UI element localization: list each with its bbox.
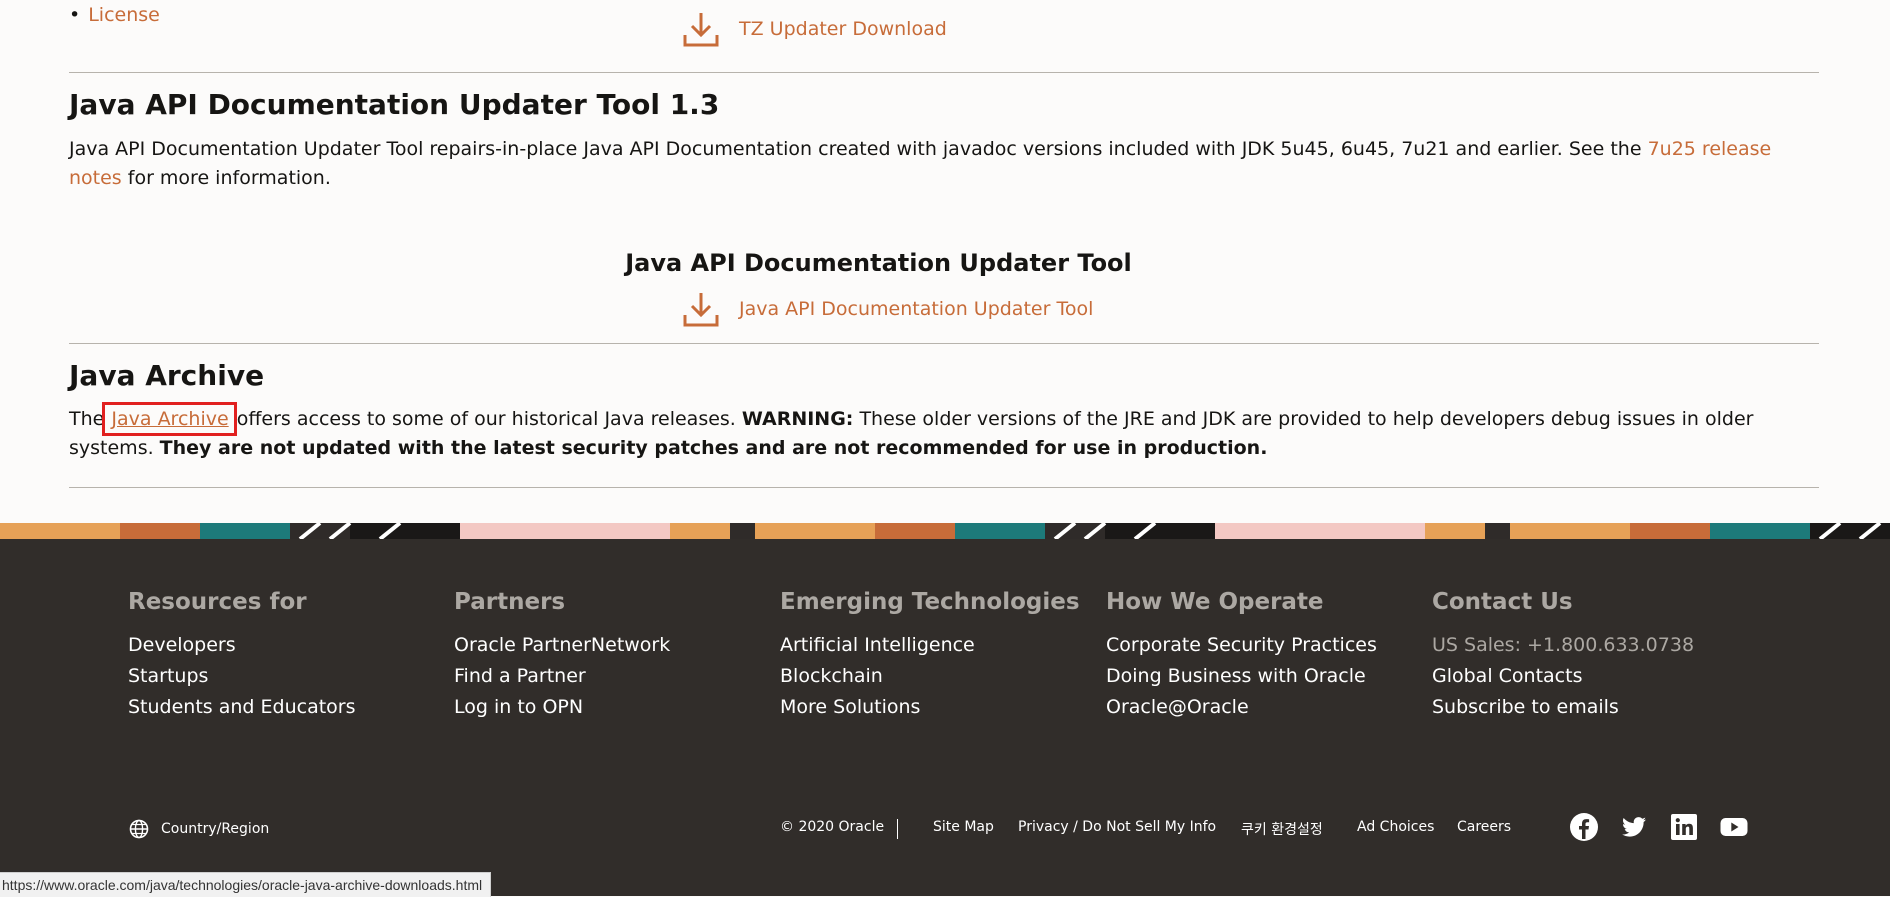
api-doc-description: Java API Documentation Updater Tool repa…	[69, 135, 1829, 193]
list-item-license: • License	[69, 4, 160, 26]
archive-text: offers access to some of our historical …	[230, 408, 742, 430]
java-archive-heading: Java Archive	[69, 359, 265, 392]
footer-link-blockchain[interactable]: Blockchain	[780, 661, 1080, 692]
footer-link-ad-choices[interactable]: Ad Choices	[1357, 819, 1434, 835]
country-region-selector[interactable]: Country/Region	[129, 819, 269, 839]
footer-link-subscribe[interactable]: Subscribe to emails	[1432, 692, 1694, 723]
footer-col-contact: Contact Us US Sales: +1.800.633.0738 Glo…	[1432, 589, 1694, 723]
footer-link-oracle-at-oracle[interactable]: Oracle@Oracle	[1106, 692, 1377, 723]
api-doc-tool-download-link[interactable]: Java API Documentation Updater Tool	[739, 298, 1093, 320]
divider	[69, 343, 1819, 344]
linkedin-icon[interactable]	[1669, 812, 1699, 842]
footer-col-emerging: Emerging Technologies Artificial Intelli…	[780, 589, 1080, 723]
download-icon[interactable]	[681, 289, 721, 329]
separator	[897, 819, 898, 839]
decorative-pattern-band	[0, 523, 1890, 539]
site-footer: Resources for Developers Startups Studen…	[0, 539, 1890, 896]
footer-link-security-practices[interactable]: Corporate Security Practices	[1106, 630, 1377, 661]
tz-download-row: TZ Updater Download	[681, 9, 947, 49]
divider	[69, 72, 1819, 73]
footer-link-students[interactable]: Students and Educators	[128, 692, 356, 723]
api-doc-download-row: Java API Documentation Updater Tool	[681, 289, 1093, 329]
footer-link-cookie-settings[interactable]: 쿠키 환경설정	[1241, 819, 1323, 839]
java-archive-description: The Java Archive offers access to some o…	[69, 402, 1829, 463]
footer-col-partners: Partners Oracle PartnerNetwork Find a Pa…	[454, 589, 670, 723]
country-region-label: Country/Region	[161, 821, 270, 837]
footer-link-login-opn[interactable]: Log in to OPN	[454, 692, 670, 723]
security-notice: They are not updated with the latest sec…	[159, 437, 1268, 459]
footer-link-doing-business[interactable]: Doing Business with Oracle	[1106, 661, 1377, 692]
footer-link-partnernetwork[interactable]: Oracle PartnerNetwork	[454, 630, 670, 661]
warning-label: WARNING:	[741, 408, 854, 430]
footer-col-operate: How We Operate Corporate Security Practi…	[1106, 589, 1377, 723]
divider	[69, 487, 1819, 488]
java-archive-link[interactable]: Java Archive	[111, 408, 228, 430]
footer-link-ai[interactable]: Artificial Intelligence	[780, 630, 1080, 661]
footer-link-site-map[interactable]: Site Map	[933, 819, 994, 835]
twitter-icon[interactable]	[1619, 812, 1649, 842]
footer-link-startups[interactable]: Startups	[128, 661, 356, 692]
tz-updater-download-link[interactable]: TZ Updater Download	[739, 18, 947, 40]
footer-link-developers[interactable]: Developers	[128, 630, 356, 661]
footer-link-more-solutions[interactable]: More Solutions	[780, 692, 1080, 723]
footer-link-find-partner[interactable]: Find a Partner	[454, 661, 670, 692]
bullet: •	[69, 4, 81, 26]
license-link[interactable]: License	[88, 4, 160, 26]
api-doc-text-end: for more information.	[121, 167, 331, 189]
footer-col-title: Emerging Technologies	[780, 589, 1080, 615]
highlight-box: Java Archive	[102, 402, 237, 436]
main-content: • License TZ Updater Download Java API Do…	[0, 0, 1890, 523]
footer-col-title: How We Operate	[1106, 589, 1324, 615]
api-doc-heading: Java API Documentation Updater Tool 1.3	[69, 88, 720, 121]
facebook-icon[interactable]	[1569, 812, 1599, 842]
footer-link-global-contacts[interactable]: Global Contacts	[1432, 661, 1694, 692]
footer-col-title: Partners	[454, 589, 566, 615]
api-doc-tool-title: Java API Documentation Updater Tool	[625, 249, 1132, 277]
footer-link-privacy[interactable]: Privacy / Do Not Sell My Info	[1018, 819, 1216, 835]
globe-icon	[129, 819, 149, 839]
footer-col-title: Resources for	[128, 589, 307, 615]
footer-col-title: Contact Us	[1432, 589, 1573, 615]
download-icon[interactable]	[681, 9, 721, 49]
footer-col-resources: Resources for Developers Startups Studen…	[128, 589, 356, 723]
footer-link-careers[interactable]: Careers	[1457, 819, 1511, 835]
status-bar-url: https://www.oracle.com/java/technologies…	[0, 872, 492, 897]
api-doc-text: Java API Documentation Updater Tool repa…	[69, 138, 1648, 160]
footer-us-sales: US Sales: +1.800.633.0738	[1432, 634, 1695, 656]
youtube-icon[interactable]	[1719, 812, 1749, 842]
copyright: © 2020 Oracle	[780, 819, 885, 835]
social-links	[1569, 812, 1769, 842]
